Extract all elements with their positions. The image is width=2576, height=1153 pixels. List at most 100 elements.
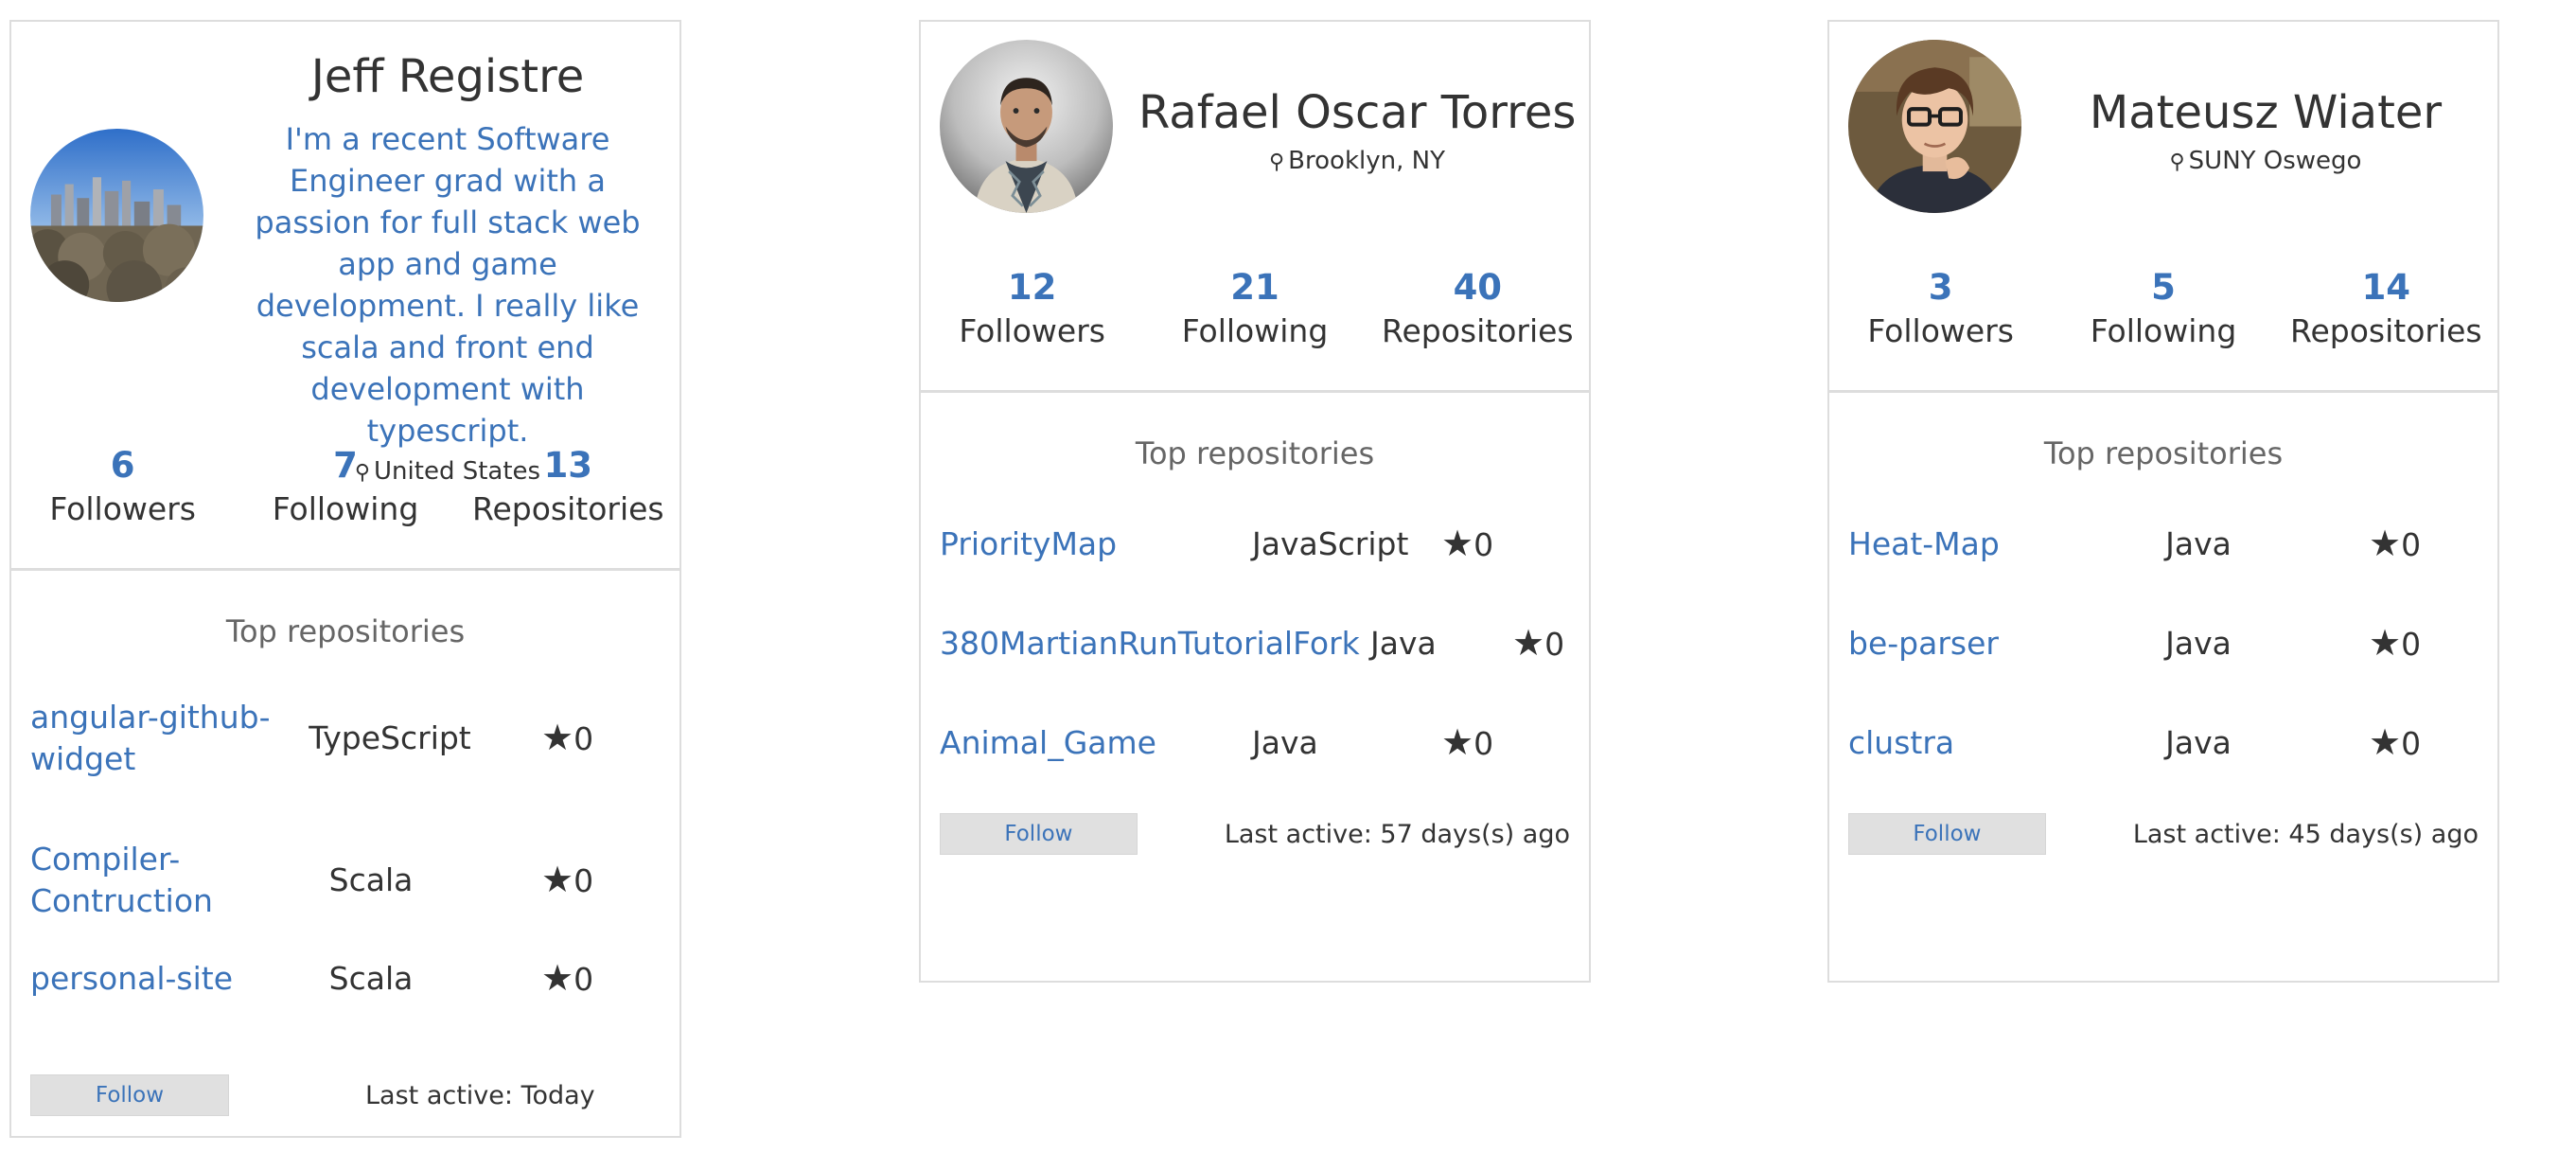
star-count: 0	[2401, 725, 2422, 762]
profile-stats: 12 Followers 21 Following 40 Repositorie…	[921, 266, 1589, 353]
profile-location: ⚲ SUNY Oswego	[2047, 145, 2484, 179]
repo-link[interactable]: Heat-Map	[1848, 523, 2113, 565]
star-count: 0	[573, 862, 594, 899]
profile-name[interactable]: Jeff Registre	[229, 48, 666, 105]
star-icon: ★	[1441, 523, 1474, 564]
repo-stars: ★0	[1441, 523, 1493, 566]
repo-row: angular-github-widget TypeScript ★0	[11, 696, 679, 781]
repo-stars: ★0	[2284, 523, 2454, 566]
repo-stars: ★0	[1441, 721, 1493, 765]
follow-button[interactable]: Follow	[30, 1074, 229, 1116]
repo-row: personal-site Scala ★0	[11, 957, 679, 1001]
stat-repositories[interactable]: 40 Repositories	[1367, 266, 1589, 353]
avatar[interactable]	[30, 129, 203, 302]
following-label: Following	[2090, 312, 2237, 349]
profile-name[interactable]: Mateusz Wiater	[2047, 84, 2484, 141]
star-icon: ★	[541, 859, 574, 900]
location-label: Brooklyn, NY	[1288, 147, 1445, 175]
repositories-label: Repositories	[2290, 312, 2482, 349]
follow-button[interactable]: Follow	[940, 813, 1138, 855]
star-count: 0	[573, 961, 594, 998]
repositories-label: Repositories	[472, 490, 664, 527]
last-active: Last active: Today	[365, 1080, 595, 1110]
repo-language: Scala	[328, 861, 414, 898]
repo-link[interactable]: PriorityMap	[940, 523, 1252, 565]
profile-header: Rafael Oscar Torres ⚲ Brooklyn, NY 12 Fol…	[921, 22, 1589, 393]
repo-link[interactable]: clustra	[1848, 722, 2113, 764]
following-label: Following	[1181, 312, 1329, 349]
repo-stars: ★0	[1512, 622, 1564, 665]
repo-language: Java	[1370, 625, 1437, 662]
location-label: SUNY Oswego	[2188, 147, 2362, 175]
star-icon: ★	[1441, 721, 1474, 763]
stat-repositories[interactable]: 14 Repositories	[2275, 266, 2497, 353]
repo-language: Java	[1252, 724, 1318, 761]
star-icon: ★	[1512, 622, 1545, 664]
stat-following[interactable]: 5 Following	[2052, 266, 2274, 353]
repo-language: TypeScript	[309, 719, 471, 756]
repo-language: Scala	[328, 960, 414, 997]
profile-location: ⚲ Brooklyn, NY	[1138, 145, 1576, 179]
location-pin-icon: ⚲	[2169, 151, 2185, 174]
stat-repositories[interactable]: 13 Repositories	[457, 444, 679, 531]
star-count: 0	[1473, 526, 1494, 563]
star-count: 0	[573, 720, 594, 757]
profile-name[interactable]: Rafael Oscar Torres	[1138, 84, 1576, 141]
stat-followers[interactable]: 6 Followers	[11, 444, 234, 531]
location-pin-icon: ⚲	[1269, 151, 1285, 174]
repo-link[interactable]: personal-site	[30, 958, 276, 1000]
repo-language: Java	[2165, 724, 2232, 761]
repo-link[interactable]: Compiler-Contruction	[30, 839, 276, 922]
repo-stars: ★0	[503, 717, 636, 760]
star-icon: ★	[2369, 721, 2402, 763]
repo-link[interactable]: Animal_Game	[940, 722, 1252, 764]
profile-header: Mateusz Wiater ⚲ SUNY Oswego 3 Followers …	[1829, 22, 2497, 393]
repo-row: be-parser Java ★0	[1829, 622, 2497, 665]
top-repositories-heading: Top repositories	[225, 613, 466, 649]
star-icon: ★	[541, 717, 574, 758]
followers-count: 6	[110, 445, 135, 486]
stat-followers[interactable]: 3 Followers	[1829, 266, 2052, 353]
star-icon: ★	[541, 957, 574, 999]
repo-stars: ★0	[2284, 721, 2454, 765]
avatar[interactable]	[1848, 40, 2021, 213]
star-count: 0	[1473, 725, 1494, 762]
repo-link[interactable]: angular-github-widget	[30, 697, 276, 780]
following-label: Following	[272, 490, 419, 527]
followers-label: Followers	[959, 312, 1105, 349]
last-active: Last active: 45 days(s) ago	[2132, 819, 2479, 849]
repo-link[interactable]: 380MartianRunTutorialFork	[940, 623, 1370, 665]
top-repositories-heading: Top repositories	[2043, 435, 2284, 471]
profile-bio: I'm a recent Software Engineer grad with…	[255, 121, 641, 449]
repo-stars: ★0	[466, 957, 636, 1001]
stat-followers[interactable]: 12 Followers	[921, 266, 1143, 353]
card-footer: Follow Last active: 57 days(s) ago	[940, 813, 1570, 855]
profile-header: Jeff Registre I'm a recent Software Engi…	[11, 22, 679, 571]
repo-stars: ★0	[2284, 622, 2454, 665]
repositories-label: Repositories	[1382, 312, 1574, 349]
repo-language: Java	[2165, 525, 2232, 562]
stat-following[interactable]: 7 Following	[234, 444, 456, 531]
followers-count: 3	[1928, 267, 1953, 308]
profile-stats: 3 Followers 5 Following 14 Repositories	[1829, 266, 2497, 353]
star-count: 0	[2401, 626, 2422, 663]
last-active: Last active: 57 days(s) ago	[1224, 819, 1570, 849]
star-count: 0	[2401, 526, 2422, 563]
repositories-count: 13	[543, 445, 593, 486]
repo-row: Compiler-Contruction Scala ★0	[11, 838, 679, 923]
repo-language: JavaScript	[1252, 525, 1409, 562]
repo-row: Heat-Map Java ★0	[1829, 523, 2497, 565]
profile-stats: 6 Followers 7 Following 13 Repositories	[11, 444, 679, 531]
star-icon: ★	[2369, 523, 2402, 564]
repo-row: clustra Java ★0	[1829, 721, 2497, 765]
stat-following[interactable]: 21 Following	[1143, 266, 1366, 353]
repo-link[interactable]: be-parser	[1848, 623, 2113, 665]
repositories-count: 14	[2361, 267, 2411, 308]
profile-card: Jeff Registre I'm a recent Software Engi…	[9, 20, 681, 1138]
repo-row: Animal_Game Java ★0	[921, 721, 1589, 765]
card-footer: Follow Last active: 45 days(s) ago	[1848, 813, 2479, 855]
follow-button[interactable]: Follow	[1848, 813, 2046, 855]
following-count: 5	[2151, 267, 2176, 308]
repo-row: 380MartianRunTutorialFork Java ★0	[921, 622, 1589, 665]
avatar[interactable]	[940, 40, 1113, 213]
